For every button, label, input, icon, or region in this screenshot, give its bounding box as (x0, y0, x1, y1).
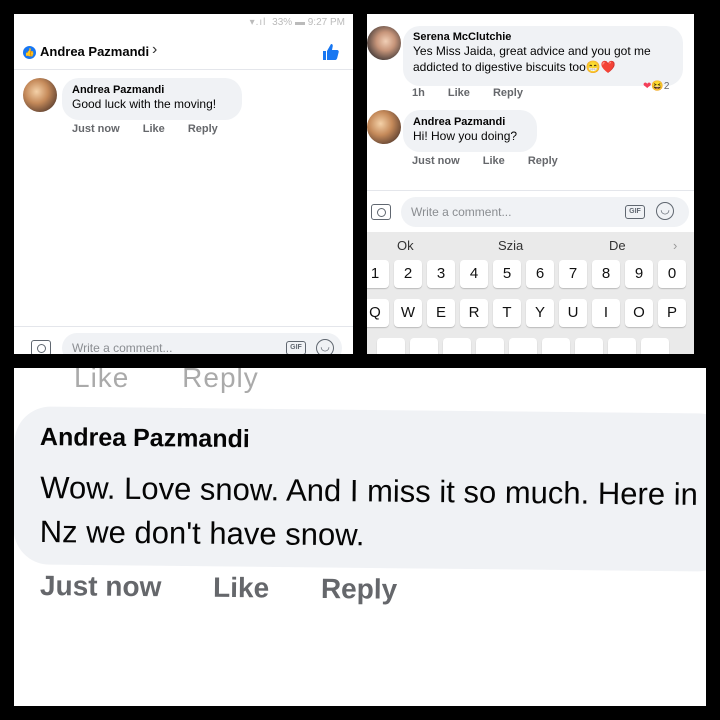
avatar[interactable] (367, 26, 401, 60)
key-2[interactable]: 2 (394, 260, 422, 288)
comment-author[interactable]: Andrea Pazmandi (40, 423, 250, 454)
comment-composer: Write a comment... GIF ◡ (367, 190, 694, 232)
suggestion-1[interactable]: Ok (397, 238, 414, 253)
reply-link[interactable]: Reply (188, 123, 218, 135)
comment-text: Wow. Love snow. And I miss it so much. H… (39, 470, 698, 553)
key-8[interactable]: 8 (592, 260, 620, 288)
comment-header: 👍 Andrea Pazmandi › (14, 34, 353, 70)
reply-link[interactable]: Reply (493, 87, 523, 99)
key[interactable] (476, 338, 504, 354)
key-0[interactable]: 0 (658, 260, 686, 288)
key[interactable] (443, 338, 471, 354)
comment-bubble: Serena McClutchie Yes Miss Jaida, great … (403, 26, 683, 86)
like-link[interactable]: Like (74, 368, 129, 393)
like-reaction-icon: 👍 (23, 46, 36, 59)
suggestion-2[interactable]: Szia (498, 238, 523, 253)
like-link[interactable]: Like (448, 87, 470, 99)
comment-text: Hi! How you doing? (413, 129, 518, 143)
key[interactable] (542, 338, 570, 354)
key-4[interactable]: 4 (460, 260, 488, 288)
letter-row-2-partial (367, 338, 694, 354)
gif-icon[interactable]: GIF (286, 341, 306, 354)
comment-author[interactable]: Andrea Pazmandi (72, 84, 232, 96)
reaction-count: 2 (663, 81, 670, 92)
status-time: 9:27 PM (307, 17, 345, 28)
comment-actions: 1h Like Reply (412, 87, 543, 99)
comment-bubble: Andrea Pazmandi Good luck with the movin… (62, 78, 242, 120)
reply-link[interactable]: Reply (528, 155, 558, 167)
comment-time: 1h (412, 87, 425, 99)
comment-actions: Just now Like Reply (412, 155, 578, 167)
gif-icon[interactable]: GIF (625, 205, 645, 219)
camera-icon[interactable] (31, 340, 51, 354)
comment-actions: Just now Like Reply (72, 123, 238, 135)
reaction-summary[interactable]: ❤😆2 (643, 81, 669, 92)
on-screen-keyboard: Ok Szia De › 1 2 3 4 5 6 7 8 9 0 Q W E R… (367, 232, 694, 354)
comment-time: Just now (39, 570, 162, 603)
signal-icon: ▾.ıl (249, 17, 267, 28)
key-o[interactable]: O (625, 299, 653, 327)
like-link[interactable]: Like (143, 123, 165, 135)
key-9[interactable]: 9 (625, 260, 653, 288)
comment-time: Just now (412, 155, 460, 167)
battery-icon: ▬ (294, 17, 305, 28)
key-i[interactable]: I (592, 299, 620, 327)
thumbs-up-icon[interactable] (321, 42, 341, 62)
comment-author[interactable]: Andrea Pazmandi (413, 116, 527, 128)
reply-link[interactable]: Reply (182, 368, 259, 393)
haha-reaction-icon: 😆 (651, 81, 664, 92)
comment-time: Just now (72, 123, 120, 135)
screenshot-panel-3-zoomed: Like Reply Andrea Pazmandi Wow. Love sno… (14, 368, 706, 706)
number-row: 1 2 3 4 5 6 7 8 9 0 (367, 260, 694, 290)
header-name[interactable]: Andrea Pazmandi (40, 44, 149, 59)
key-q[interactable]: Q (367, 299, 389, 327)
camera-icon[interactable] (371, 204, 391, 220)
key-6[interactable]: 6 (526, 260, 554, 288)
like-link[interactable]: Like (213, 572, 269, 604)
like-link[interactable]: Like (483, 155, 505, 167)
avatar[interactable] (23, 78, 57, 112)
key-u[interactable]: U (559, 299, 587, 327)
comment-text: Good luck with the moving! (72, 97, 217, 111)
letter-row-1: Q W E R T Y U I O P (367, 299, 694, 329)
key-1[interactable]: 1 (367, 260, 389, 288)
emoji-icon[interactable]: ◡ (656, 202, 674, 220)
avatar[interactable] (367, 110, 401, 144)
key-7[interactable]: 7 (559, 260, 587, 288)
comment-author[interactable]: Serena McClutchie (413, 31, 673, 43)
key-e[interactable]: E (427, 299, 455, 327)
key-y[interactable]: Y (526, 299, 554, 327)
chevron-right-icon[interactable]: › (152, 41, 157, 59)
key-5[interactable]: 5 (493, 260, 521, 288)
key-3[interactable]: 3 (427, 260, 455, 288)
reply-link[interactable]: Reply (321, 573, 398, 605)
suggestion-3[interactable]: De (609, 238, 626, 253)
key-p[interactable]: P (658, 299, 686, 327)
key-r[interactable]: R (460, 299, 488, 327)
comment-input[interactable]: Write a comment... (401, 197, 689, 227)
key[interactable] (641, 338, 669, 354)
key-w[interactable]: W (394, 299, 422, 327)
chevron-right-icon[interactable]: › (673, 238, 677, 253)
comment-bubble: Andrea Pazmandi Hi! How you doing? (403, 110, 537, 152)
suggestion-bar: Ok Szia De › (367, 232, 694, 258)
comment-composer: Write a comment... GIF ◡ (14, 326, 353, 354)
screenshot-panel-1: ▾.ıl 33% ▬ 9:27 PM 👍 Andrea Pazmandi › A… (14, 14, 353, 354)
key[interactable] (509, 338, 537, 354)
emoji-icon[interactable]: ◡ (316, 339, 334, 354)
battery-level: 33% (272, 17, 293, 28)
screenshot-panel-2: Serena McClutchie Yes Miss Jaida, great … (367, 14, 694, 354)
status-bar: ▾.ıl 33% ▬ 9:27 PM (14, 14, 353, 34)
comment-text: Yes Miss Jaida, great advice and you got… (413, 44, 651, 74)
key[interactable] (575, 338, 603, 354)
key-t[interactable]: T (493, 299, 521, 327)
cropped-actions-above: Like Reply (74, 368, 303, 394)
key[interactable] (608, 338, 636, 354)
key[interactable] (377, 338, 405, 354)
key[interactable] (410, 338, 438, 354)
comment-actions: Just now Like Reply (40, 570, 442, 606)
